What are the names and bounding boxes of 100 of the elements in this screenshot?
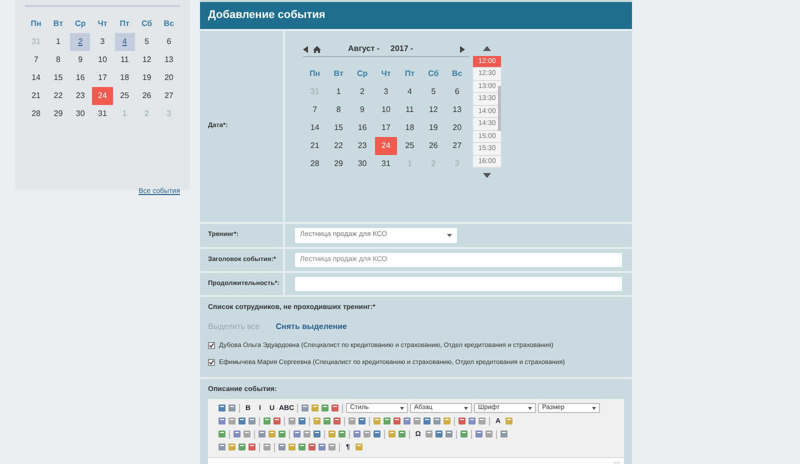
calendar-day[interactable]: 25 xyxy=(114,87,135,105)
calendar-day[interactable]: 16 xyxy=(351,118,374,136)
toolbar-icon[interactable] xyxy=(383,417,391,425)
calendar-day[interactable]: 5 xyxy=(422,82,444,100)
toolbar-icon[interactable] xyxy=(278,443,286,451)
toolbar-icon[interactable] xyxy=(323,417,331,425)
toolbar-icon[interactable] xyxy=(333,417,341,425)
calendar-day[interactable]: 10 xyxy=(92,51,113,69)
toolbar-icon[interactable] xyxy=(478,417,486,425)
toolbar-icon[interactable] xyxy=(218,443,226,451)
calendar-day[interactable]: 29 xyxy=(328,154,350,172)
toolbar-icon[interactable] xyxy=(263,443,271,451)
toolbar-icon[interactable] xyxy=(468,417,476,425)
calendar-day[interactable]: 27 xyxy=(446,136,468,154)
calendar-day[interactable]: 2 xyxy=(351,82,374,100)
event-day-link[interactable]: 4 xyxy=(114,33,135,51)
toolbar-icon[interactable] xyxy=(298,443,306,451)
toolbar-icon[interactable] xyxy=(348,417,356,425)
calendar-day[interactable]: 30 xyxy=(351,154,374,172)
calendar-day[interactable]: 11 xyxy=(114,51,135,69)
calendar-day[interactable]: 9 xyxy=(70,51,90,69)
toolbar-icon[interactable] xyxy=(328,430,336,438)
calendar-day[interactable]: 1 xyxy=(48,33,68,51)
toolbar-icon[interactable] xyxy=(445,430,453,438)
home-icon[interactable] xyxy=(313,46,321,52)
calendar-day[interactable]: 18 xyxy=(398,118,421,136)
calendar-day[interactable]: 26 xyxy=(422,136,444,154)
toolbar-icon[interactable] xyxy=(321,404,330,412)
calendar-day[interactable]: 14 xyxy=(26,69,46,87)
toolbar-icon[interactable] xyxy=(338,430,346,438)
next-month-icon[interactable] xyxy=(460,46,465,52)
calendar-day[interactable]: 10 xyxy=(375,100,397,118)
toolbar-icon[interactable] xyxy=(228,404,236,412)
calendar-day[interactable]: 28 xyxy=(26,105,46,123)
scroll-up-icon[interactable] xyxy=(483,46,491,51)
calendar-day[interactable]: 13 xyxy=(158,51,179,69)
calendar-day[interactable]: 15 xyxy=(48,69,68,87)
calendar-day[interactable]: 30 xyxy=(70,105,90,123)
toolbar-icon[interactable] xyxy=(273,417,281,425)
calendar-day[interactable]: 20 xyxy=(446,118,468,136)
calendar-day[interactable]: 1 xyxy=(328,82,350,100)
toolbar-icon[interactable] xyxy=(301,404,310,412)
event-day-link[interactable]: 2 xyxy=(70,33,90,51)
calendar-day[interactable]: 7 xyxy=(26,51,46,69)
input-field[interactable] xyxy=(295,276,622,290)
calendar-day[interactable]: 3 xyxy=(375,82,397,100)
calendar-day[interactable]: 22 xyxy=(328,136,350,154)
toolbar-icon[interactable] xyxy=(355,443,363,451)
toolbar-icon[interactable] xyxy=(288,417,296,425)
calendar-day[interactable]: 22 xyxy=(48,87,68,105)
calendar-day[interactable]: 3 xyxy=(92,33,113,51)
toolbar-icon[interactable] xyxy=(425,430,433,438)
calendar-day[interactable]: 19 xyxy=(136,69,157,87)
toolbar-icon[interactable] xyxy=(358,417,366,425)
toolbar-icon[interactable] xyxy=(238,417,246,425)
deselect-link[interactable]: Снять выделение xyxy=(276,321,347,333)
calendar-day[interactable]: 4 xyxy=(398,82,421,100)
toolbar-icon[interactable] xyxy=(263,417,271,425)
toolbar-icon[interactable] xyxy=(500,430,508,438)
toolbar-icon[interactable] xyxy=(233,430,241,438)
calendar-day[interactable]: 11 xyxy=(398,100,421,118)
toolbar-icon[interactable] xyxy=(423,417,431,425)
toolbar-icon[interactable] xyxy=(458,417,466,425)
calendar-day[interactable]: 29 xyxy=(48,105,68,123)
toolbar-icon[interactable] xyxy=(328,443,336,451)
calendar-day[interactable]: 23 xyxy=(351,136,374,154)
calendar-day[interactable]: 19 xyxy=(422,118,444,136)
checkbox[interactable] xyxy=(208,359,215,366)
toolbar-icon[interactable] xyxy=(475,430,483,438)
calendar-day[interactable]: 16 xyxy=(70,69,90,87)
calendar-day[interactable]: 26 xyxy=(136,87,157,105)
toolbar-icon[interactable] xyxy=(331,404,340,412)
calendar-day[interactable]: 18 xyxy=(114,69,135,87)
toolbar-icon[interactable] xyxy=(298,417,306,425)
scroll-down-icon[interactable] xyxy=(483,173,491,178)
calendar-day[interactable]: 13 xyxy=(446,100,468,118)
toolbar-icon[interactable] xyxy=(278,430,286,438)
previous-month-icon[interactable] xyxy=(303,46,308,52)
calendar-day[interactable]: 7 xyxy=(304,100,326,118)
toolbar-icon[interactable] xyxy=(353,430,361,438)
toolbar-icon[interactable] xyxy=(248,417,256,425)
toolbar-icon[interactable] xyxy=(433,417,441,425)
toolbar-icon[interactable] xyxy=(228,417,236,425)
toolbar-icon[interactable] xyxy=(435,430,443,438)
toolbar-icon[interactable] xyxy=(398,430,406,438)
calendar-day[interactable]: 14 xyxy=(304,118,326,136)
toolbar-icon[interactable] xyxy=(303,430,311,438)
toolbar-icon[interactable] xyxy=(388,430,396,438)
toolbar-icon[interactable] xyxy=(373,430,381,438)
toolbar-icon[interactable] xyxy=(218,430,226,438)
calendar-day[interactable]: 23 xyxy=(70,87,90,105)
calendar-day[interactable]: 31 xyxy=(375,154,397,172)
toolbar-icon[interactable] xyxy=(311,404,320,412)
toolbar-icon[interactable] xyxy=(308,443,316,451)
toolbar-icon[interactable] xyxy=(288,443,296,451)
calendar-day[interactable]: 17 xyxy=(92,69,113,87)
calendar-day[interactable]: 21 xyxy=(304,136,326,154)
toolbar-icon[interactable] xyxy=(218,404,226,412)
toolbar-icon[interactable] xyxy=(268,430,276,438)
calendar-day[interactable]: 25 xyxy=(398,136,421,154)
